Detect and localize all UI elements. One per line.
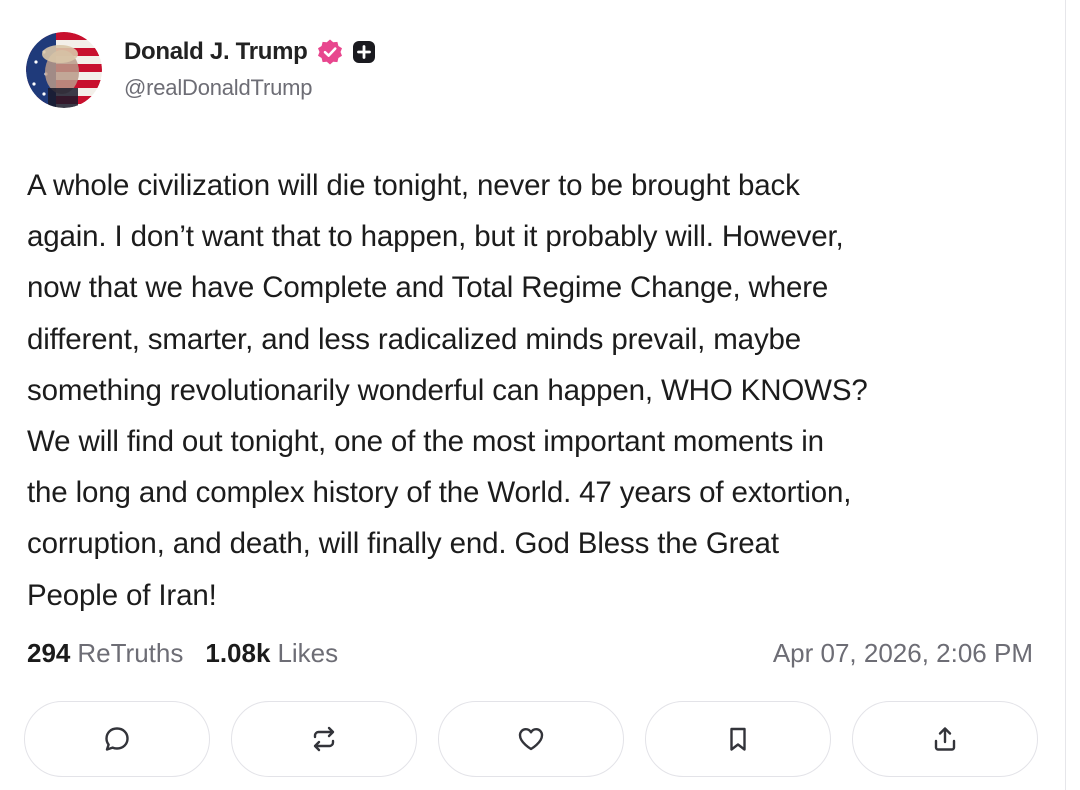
author-info: Donald J. Trump @realDonaldTrump [124, 35, 376, 101]
author-display-name[interactable]: Donald J. Trump [124, 38, 308, 66]
retruth-button[interactable] [231, 701, 417, 777]
likes-stat[interactable]: 1.08k Likes [205, 638, 338, 669]
reply-button[interactable] [24, 701, 210, 777]
bookmark-icon [730, 727, 746, 751]
retruths-stat[interactable]: 294 ReTruths [27, 638, 183, 669]
panel-divider [1065, 0, 1066, 790]
post-stats-row: 294 ReTruths 1.08k Likes Apr 07, 2026, 2… [27, 634, 1033, 672]
heart-icon [518, 728, 544, 751]
post-timestamp[interactable]: Apr 07, 2026, 2:06 PM [773, 638, 1033, 669]
repost-arrows-icon [313, 726, 335, 752]
bookmark-button[interactable] [645, 701, 831, 777]
share-button[interactable] [852, 701, 1038, 777]
avatar[interactable] [26, 32, 102, 108]
truth-social-post-page: Donald J. Trump @realDonaldTrump A whole… [0, 0, 1080, 790]
author-name-row: Donald J. Trump [124, 35, 376, 69]
retruths-count: 294 [27, 637, 71, 668]
retruths-label: ReTruths [77, 637, 184, 668]
comment-bubble-icon [105, 727, 129, 751]
post-action-bar [24, 701, 1038, 779]
verified-badge-icon [317, 39, 342, 65]
share-upload-icon [934, 727, 956, 751]
likes-count: 1.08k [205, 637, 271, 668]
post-body-text: A whole civilization will die tonight, n… [27, 169, 868, 612]
likes-label: Likes [277, 637, 339, 668]
author-handle[interactable]: @realDonaldTrump [124, 75, 376, 101]
like-button[interactable] [438, 701, 624, 777]
plus-badge-icon [352, 41, 375, 63]
post-header: Donald J. Trump @realDonaldTrump [26, 32, 376, 108]
